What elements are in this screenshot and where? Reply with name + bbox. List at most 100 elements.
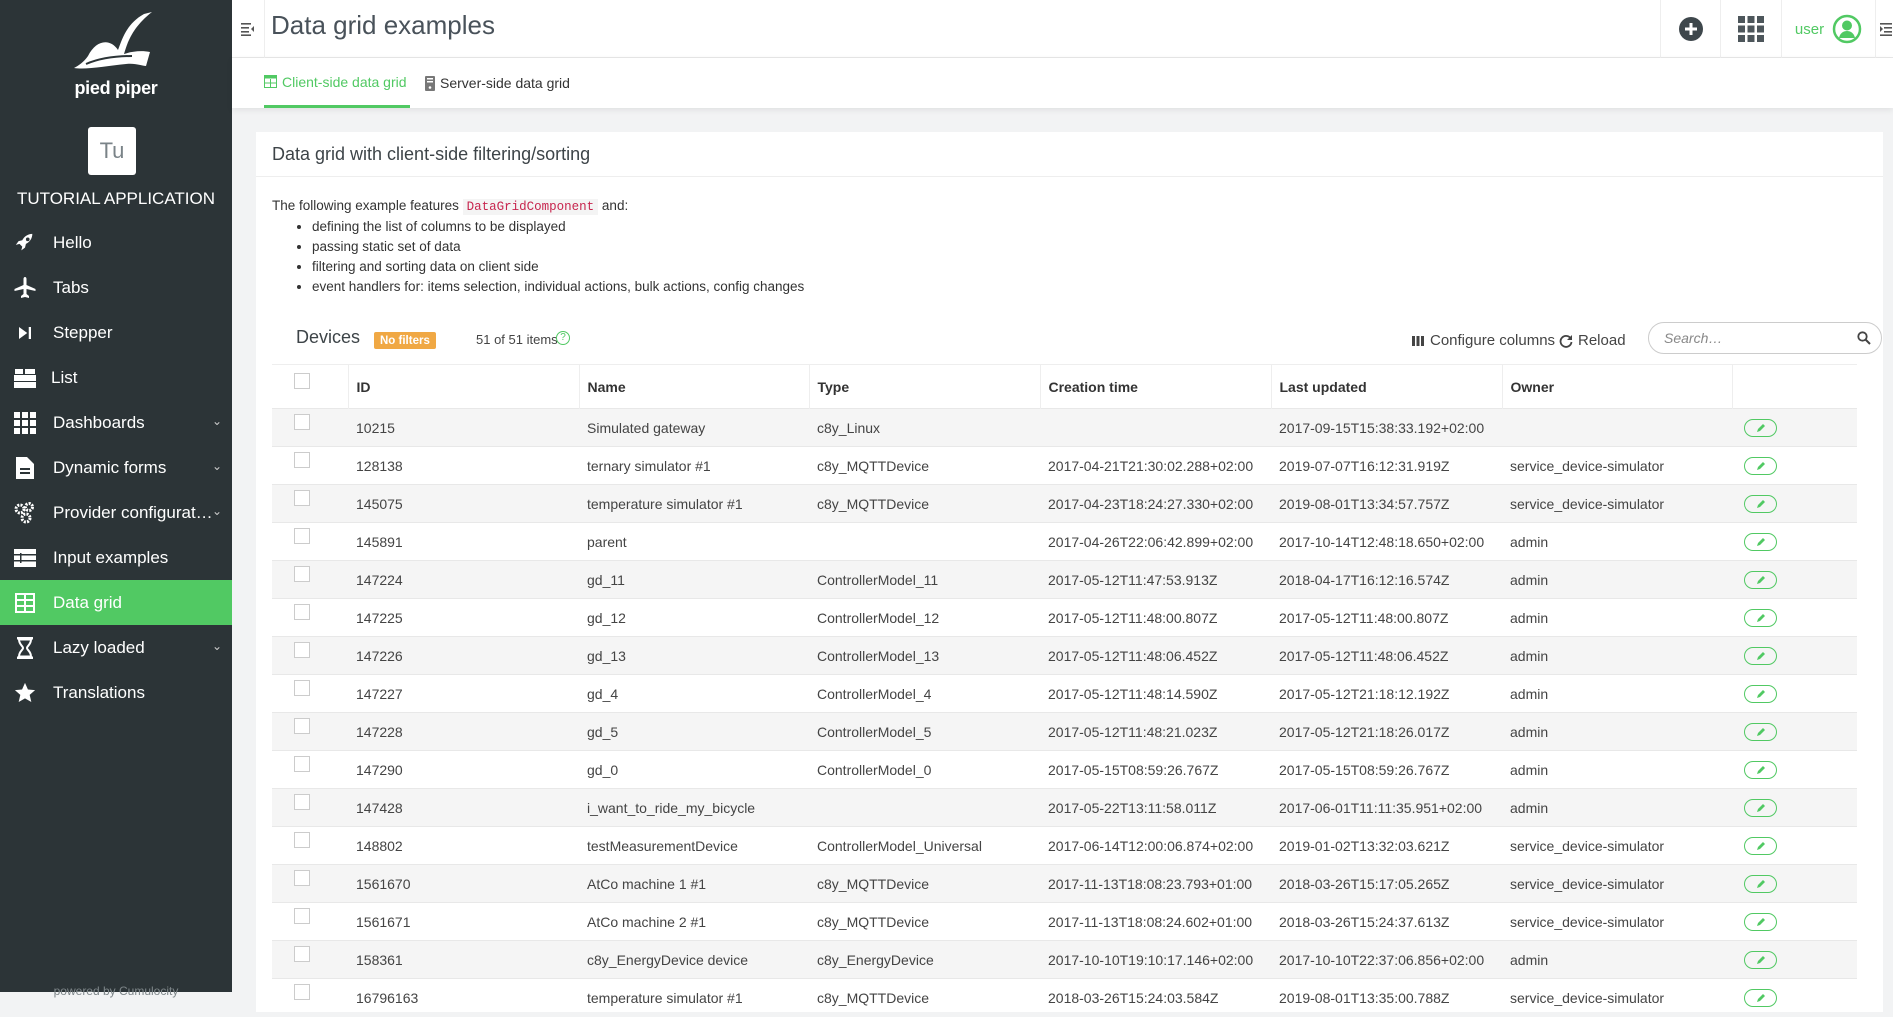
add-button[interactable] <box>1660 0 1720 58</box>
grid-icon <box>12 410 38 436</box>
row-checkbox[interactable] <box>294 793 310 810</box>
chevron-down-icon: ⌄ <box>211 639 222 653</box>
reload-button[interactable]: Reload <box>1559 332 1626 349</box>
tab-server-side-data-grid[interactable]: Server-side data grid <box>425 58 570 108</box>
sidebar-item-data-grid[interactable]: Data grid <box>0 580 232 625</box>
edit-row-button[interactable] <box>1744 722 1777 741</box>
row-checkbox[interactable] <box>294 489 310 506</box>
edit-row-button[interactable] <box>1744 456 1777 475</box>
row-checkbox[interactable] <box>294 527 310 544</box>
table-row[interactable]: 1561671 AtCo machine 2 #1 c8y_MQTTDevice 20… <box>272 902 1857 941</box>
cell-name: gd_0 <box>579 750 809 789</box>
row-checkbox[interactable] <box>294 755 310 772</box>
row-checkbox[interactable] <box>294 717 310 734</box>
table-row[interactable]: 147228 gd_5 ControllerModel_5 2017-05-12T11… <box>272 712 1857 751</box>
sidebar-item-input-examples[interactable]: Input examples <box>0 535 232 580</box>
sidebar-item-hello[interactable]: Hello <box>0 220 232 265</box>
edit-row-button[interactable] <box>1744 836 1777 855</box>
table-row[interactable]: 148802 testMeasurementDevice ControllerMod… <box>272 826 1857 865</box>
sidebar-item-lazy-loaded[interactable]: Lazy loaded ⌄ <box>0 625 232 670</box>
table-row[interactable]: 128138 ternary simulator #1 c8y_MQTTDevice… <box>272 446 1857 485</box>
cell-id: 16796163 <box>348 978 579 1017</box>
sidebar-item-provider-configuration[interactable]: Provider configurat… ⌄ <box>0 490 232 535</box>
row-checkbox[interactable] <box>294 565 310 582</box>
search-icon[interactable] <box>1857 331 1871 345</box>
table-row[interactable]: 147428 i_want_to_ride_my_bicycle 2017-05-2… <box>272 788 1857 827</box>
right-drawer-toggle[interactable] <box>1875 0 1893 58</box>
table-row[interactable]: 147225 gd_12 ControllerModel_12 2017-05-12T… <box>272 598 1857 637</box>
column-header-id[interactable]: ID <box>348 364 580 409</box>
edit-row-button[interactable] <box>1744 912 1777 931</box>
table-row[interactable]: 147224 gd_11 ControllerModel_11 2017-05-12T… <box>272 560 1857 599</box>
sidebar-item-list[interactable]: List <box>0 355 232 400</box>
sidebar-item-translations[interactable]: Translations <box>0 670 232 715</box>
row-actions-cell <box>1732 560 1857 599</box>
edit-row-button[interactable] <box>1744 570 1777 589</box>
sidebar-item-dynamic-forms[interactable]: Dynamic forms ⌄ <box>0 445 232 490</box>
cell-type: ControllerModel_11 <box>809 560 1040 599</box>
table-row[interactable]: 16796163 temperature simulator #1 c8y_MQTT… <box>272 978 1857 1017</box>
table-row[interactable]: 1561670 AtCo machine 1 #1 c8y_MQTTDevice 20… <box>272 864 1857 903</box>
pencil-icon <box>1756 423 1765 432</box>
page-title: Data grid examples <box>271 10 495 40</box>
configure-columns-button[interactable]: Configure columns <box>1412 332 1555 349</box>
table-row[interactable]: 10215 Simulated gateway c8y_Linux 2017-09-1… <box>272 408 1857 447</box>
server-icon <box>425 75 435 91</box>
row-checkbox[interactable] <box>294 945 310 962</box>
table-row[interactable]: 145075 temperature simulator #1 c8y_MQTTDe… <box>272 484 1857 523</box>
user-menu-button[interactable]: user <box>1781 0 1875 58</box>
sidebar-item-tabs[interactable]: Tabs <box>0 265 232 310</box>
cell-name: gd_11 <box>579 560 809 599</box>
column-header-owner[interactable]: Owner <box>1502 364 1733 409</box>
edit-row-button[interactable] <box>1744 646 1777 665</box>
edit-row-button[interactable] <box>1744 798 1777 817</box>
search-input[interactable] <box>1664 330 1844 346</box>
cell-owner: admin <box>1502 636 1732 675</box>
edit-row-button[interactable] <box>1744 988 1777 1007</box>
pencil-icon <box>1756 803 1765 812</box>
table-row[interactable]: 147290 gd_0 ControllerModel_0 2017-05-15T08… <box>272 750 1857 789</box>
column-header-creation-time[interactable]: Creation time <box>1040 364 1272 409</box>
toggle-sidebar-button[interactable] <box>232 0 265 58</box>
row-checkbox[interactable] <box>294 869 310 886</box>
sidebar-item-stepper[interactable]: Stepper <box>0 310 232 355</box>
row-checkbox[interactable] <box>294 907 310 924</box>
edit-row-button[interactable] <box>1744 684 1777 703</box>
edit-row-button[interactable] <box>1744 418 1777 437</box>
app-icon: Tu <box>88 127 136 175</box>
sidebar-item-dashboards[interactable]: Dashboards ⌄ <box>0 400 232 445</box>
column-header-last-updated[interactable]: Last updated <box>1271 364 1503 409</box>
table-row[interactable]: 147226 gd_13 ControllerModel_13 2017-05-12T… <box>272 636 1857 675</box>
cell-id: 147428 <box>348 788 579 827</box>
table-row[interactable]: 147227 gd_4 ControllerModel_4 2017-05-12T11… <box>272 674 1857 713</box>
tab-client-side-data-grid[interactable]: Client-side data grid <box>264 58 410 108</box>
row-checkbox[interactable] <box>294 413 310 430</box>
sidebar-item-label: Lazy loaded <box>53 637 145 657</box>
row-checkbox[interactable] <box>294 679 310 696</box>
edit-row-button[interactable] <box>1744 608 1777 627</box>
row-actions-cell <box>1732 484 1857 523</box>
edit-row-button[interactable] <box>1744 760 1777 779</box>
cell-type: c8y_MQTTDevice <box>809 484 1040 523</box>
table-icon <box>12 590 38 616</box>
row-checkbox[interactable] <box>294 603 310 620</box>
row-checkbox[interactable] <box>294 451 310 468</box>
edit-row-button[interactable] <box>1744 874 1777 893</box>
table-row[interactable]: 158361 c8y_EnergyDevice device c8y_EnergyD… <box>272 940 1857 979</box>
cell-type: ControllerModel_12 <box>809 598 1040 637</box>
row-checkbox[interactable] <box>294 831 310 848</box>
cell-last-updated: 2018-03-26T15:24:37.613Z <box>1271 902 1502 941</box>
table-row[interactable]: 145891 parent 2017-04-26T22:06:42.899+02:0… <box>272 522 1857 561</box>
help-icon[interactable]: ? <box>556 331 570 345</box>
app-switcher-button[interactable] <box>1720 0 1781 58</box>
select-all-checkbox[interactable] <box>294 372 310 389</box>
edit-row-button[interactable] <box>1744 950 1777 969</box>
cell-type: c8y_MQTTDevice <box>809 978 1040 1017</box>
edit-row-button[interactable] <box>1744 532 1777 551</box>
column-header-name[interactable]: Name <box>579 364 810 409</box>
column-header-type[interactable]: Type <box>809 364 1041 409</box>
feature-item: passing static set of data <box>312 237 804 257</box>
sidebar-item-label: Input examples <box>53 547 169 567</box>
edit-row-button[interactable] <box>1744 494 1777 513</box>
row-checkbox[interactable] <box>294 641 310 658</box>
